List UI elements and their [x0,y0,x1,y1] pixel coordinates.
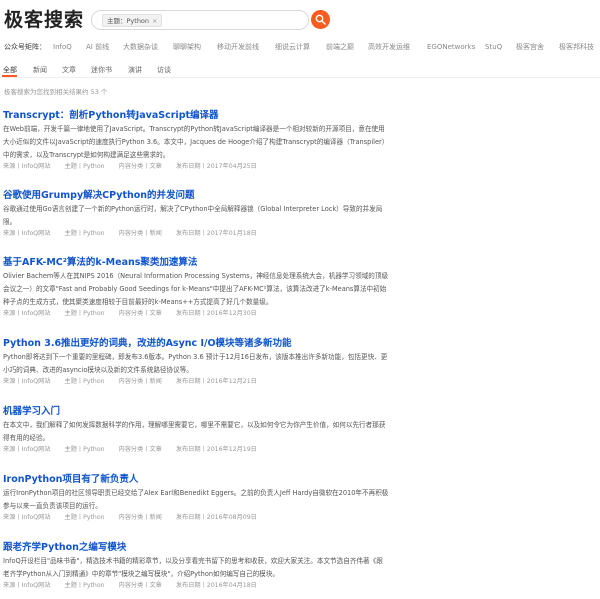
result-snippet: 在本文中，我们解释了如何发挥数据科学的作用，理解哪里需要它，哪里不需要它，以及如… [3,421,386,442]
result-date: 发布日期丨2016年12月19日 [175,446,257,453]
result-category: 内容分类丨新闻 [118,514,162,521]
result-date: 发布日期丨2017年04月25日 [175,163,257,170]
search-button[interactable] [311,10,330,29]
header: 极客搜索 主题：Python × [0,0,600,38]
result-meta: 来源丨InfoQ网站 主题丨Python 内容分类丨文章 发布日期丨2016年04月1… [3,581,391,591]
topic-tag-label: 主题：Python [107,17,150,25]
tab-interviews[interactable]: 访谈 [157,63,171,77]
result-source: 来源丨InfoQ网站 [3,378,51,385]
site-link-stuq[interactable]: StuQ [485,40,502,54]
search-result: 跟老齐学Python之编写模块 InfoQ开设栏目"品味书香"，精选技术书籍的精… [3,541,391,591]
result-meta: 来源丨InfoQ网站 主题丨Python 内容分类丨文章 发布日期丨2017年04月2… [3,162,391,172]
result-source: 来源丨InfoQ网站 [3,582,51,589]
site-link-bigdata[interactable]: 大数据杂谈 [123,40,158,54]
search-result: 基于AFK-MC²算法的k-Means聚类加速算法 Olivier Bachem… [3,256,391,319]
tab-talks[interactable]: 演讲 [128,63,142,77]
site-link-architecture[interactable]: 聊聊架构 [173,40,201,54]
site-link-egonetworks[interactable]: EGONetworks [427,40,475,54]
result-snippet: 运行IronPython项目的社区领导职责已经交给了Alex Earl和Bene… [3,489,389,510]
result-date: 发布日期丨2016年08月09日 [175,514,257,521]
search-result: Python 3.6推出更好的词典，改进的Async I/O模块等诸多新功能 P… [3,337,391,387]
result-title[interactable]: Python 3.6推出更好的词典，改进的Async I/O模块等诸多新功能 [3,337,391,350]
result-topic: 主题丨Python [64,378,105,385]
result-source: 来源丨InfoQ网站 [3,446,51,453]
result-topic: 主题丨Python [64,582,105,589]
search-result: Transcrypt：剖析Python转JavaScript编译器 在Web前端… [3,109,391,172]
site-link-ai-frontline[interactable]: AI 前线 [86,40,109,54]
result-topic: 主题丨Python [64,230,105,237]
result-meta: 来源丨InfoQ网站 主题丨Python 内容分类丨新闻 发布日期丨2016年08月0… [3,513,391,523]
site-link-mobile[interactable]: 移动开发前线 [217,40,259,54]
result-date: 发布日期丨2016年12月30日 [175,310,257,317]
search-result: 机器学习入门 在本文中，我们解释了如何发挥数据科学的作用，理解哪里需要它，哪里不… [3,405,391,455]
result-topic: 主题丨Python [64,446,105,453]
site-link-geek-dorm[interactable]: 极客宫舍 [516,40,544,54]
result-topic: 主题丨Python [64,310,105,317]
search-input[interactable]: 主题：Python × [91,10,309,30]
result-topic: 主题丨Python [64,163,105,170]
result-title[interactable]: 跟老齐学Python之编写模块 [3,541,391,554]
result-title[interactable]: 谷歌使用Grumpy解决CPython的并发问题 [3,189,391,202]
result-meta: 来源丨InfoQ网站 主题丨Python 内容分类丨文章 发布日期丨2016年12月3… [3,309,391,319]
site-link-cloud[interactable]: 细说云计算 [275,40,310,54]
result-title[interactable]: 机器学习入门 [3,405,391,418]
result-category: 内容分类丨新闻 [118,378,162,385]
search-icon [315,14,326,25]
result-category: 内容分类丨文章 [118,310,162,317]
result-meta: 来源丨InfoQ网站 主题丨Python 内容分类丨文章 发布日期丨2016年12月1… [3,445,391,455]
result-source: 来源丨InfoQ网站 [3,310,51,317]
result-count: 极客搜索为您找到相关结果约 53 个 [4,88,108,96]
active-tab-indicator [2,75,17,77]
result-title[interactable]: 基于AFK-MC²算法的k-Means聚类加速算法 [3,256,391,269]
result-date: 发布日期丨2016年04月18日 [175,582,257,589]
site-link-infoq[interactable]: InfoQ [53,40,72,54]
site-logo[interactable]: 极客搜索 [4,8,84,32]
result-category: 内容分类丨文章 [118,163,162,170]
result-topic: 主题丨Python [64,514,105,521]
result-meta: 来源丨InfoQ网站 主题丨Python 内容分类丨新闻 发布日期丨2017年01月1… [3,229,391,239]
matrix-label: 公众号矩阵： [4,43,46,51]
result-title[interactable]: IronPython项目有了新负责人 [3,473,391,486]
result-snippet: 谷歌通过使用Go语言创建了一个新的Python运行时，解决了CPython中全局… [3,205,383,226]
result-snippet: 在Web前端，开发千篇一律地使用了JavaScript。Transcrypt的P… [3,125,389,159]
topic-tag-chip: 主题：Python × [102,14,163,27]
search-result: 谷歌使用Grumpy解决CPython的并发问题 谷歌通过使用Go语言创建了一个… [3,189,391,239]
tab-articles[interactable]: 文章 [62,63,76,77]
site-link-frontend[interactable]: 前端之巅 [326,40,354,54]
tab-minibooks[interactable]: 迷你书 [91,63,112,77]
result-source: 来源丨InfoQ网站 [3,514,51,521]
result-source: 来源丨InfoQ网站 [3,230,51,237]
result-date: 发布日期丨2016年12月21日 [175,378,257,385]
wechat-account-matrix: 公众号矩阵： InfoQ AI 前线 大数据杂谈 聊聊架构 移动开发前线 细说云… [0,40,600,54]
result-snippet: Python即将达到下一个重要的里程碑，即发布3.6版本。Python 3.6 … [3,353,388,374]
result-date: 发布日期丨2017年01月18日 [175,230,257,237]
search-result: IronPython项目有了新负责人 运行IronPython项目的社区领导职责… [3,473,391,523]
result-title[interactable]: Transcrypt：剖析Python转JavaScript编译器 [3,109,391,122]
result-category: 内容分类丨文章 [118,582,162,589]
result-snippet: Olivier Bachem等人在其NIPS 2016（Neural Infor… [3,272,389,306]
result-tabs: 全部 新闻 文章 迷你书 演讲 访谈 [0,63,600,78]
result-meta: 来源丨InfoQ网站 主题丨Python 内容分类丨新闻 发布日期丨2016年12月2… [3,377,391,387]
site-link-geekbang[interactable]: 极客邦科技 [559,40,594,54]
result-category: 内容分类丨文章 [118,446,162,453]
site-link-devops[interactable]: 高效开发运维 [368,40,410,54]
tab-news[interactable]: 新闻 [33,63,47,77]
close-icon[interactable]: × [152,17,157,25]
result-source: 来源丨InfoQ网站 [3,163,51,170]
result-snippet: InfoQ开设栏目"品味书香"，精选技术书籍的精彩章节，以及分享看完书留下的思考… [3,557,383,578]
result-category: 内容分类丨新闻 [118,230,162,237]
